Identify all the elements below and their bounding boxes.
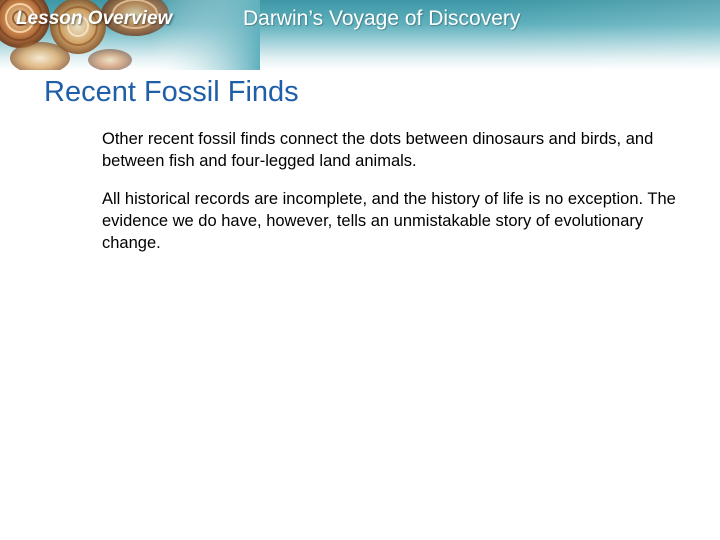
body-paragraph: Other recent fossil finds connect the do… bbox=[102, 130, 654, 170]
header-banner: Lesson Overview Darwin’s Voyage of Disco… bbox=[0, 0, 720, 70]
lesson-overview-label: Lesson Overview bbox=[16, 8, 173, 29]
body-paragraph: All historical records are incomplete, a… bbox=[102, 190, 676, 252]
slide-body: Other recent fossil finds connect the do… bbox=[102, 128, 692, 270]
slide-title: Recent Fossil Finds bbox=[44, 76, 299, 108]
lesson-title: Darwin’s Voyage of Discovery bbox=[243, 7, 521, 30]
